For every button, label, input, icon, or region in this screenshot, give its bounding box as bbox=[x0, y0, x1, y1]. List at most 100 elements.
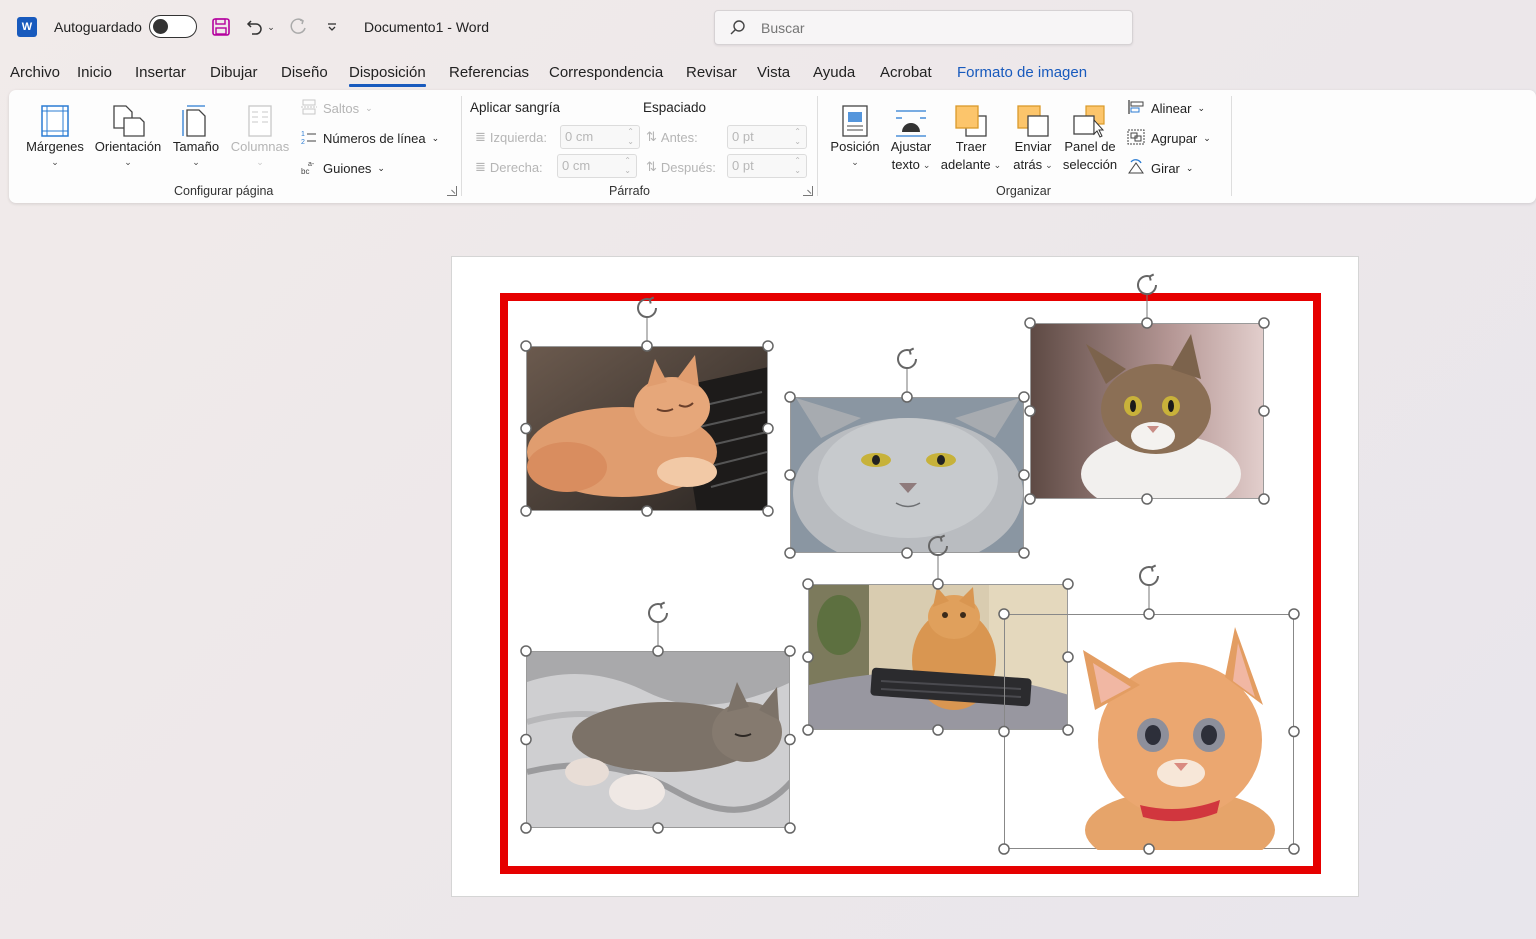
breaks-button[interactable]: Saltos ⌄ bbox=[301, 99, 373, 118]
indent-right-value: 0 cm bbox=[562, 158, 591, 173]
spacing-before-value: 0 pt bbox=[732, 129, 754, 144]
line-numbers-label: Números de línea bbox=[323, 131, 426, 146]
columns-icon bbox=[247, 98, 273, 138]
picture-cat-sleeping-keyboard[interactable] bbox=[526, 346, 768, 511]
orientation-icon bbox=[110, 98, 146, 138]
spinner-icon[interactable]: ⌃ ⌄ bbox=[624, 156, 631, 176]
undo-dropdown-icon[interactable]: ⌄ bbox=[264, 15, 278, 39]
chevron-down-icon: ⌄ bbox=[1045, 160, 1053, 170]
spacing-after-field[interactable]: 0 pt ⌃ ⌄ bbox=[727, 154, 807, 178]
paragraph-group-label: Párrafo bbox=[609, 184, 650, 198]
tab-inicio[interactable]: Inicio bbox=[77, 64, 112, 81]
tab-vista[interactable]: Vista bbox=[757, 64, 790, 81]
margins-button[interactable]: Márgenes ⌄ bbox=[23, 98, 87, 168]
spacing-after-icon: ⇅ bbox=[646, 159, 657, 174]
page-setup-group-label: Configurar página bbox=[174, 184, 274, 198]
tab-insertar[interactable]: Insertar bbox=[135, 64, 186, 81]
spacing-before-field[interactable]: 0 pt ⌃ ⌄ bbox=[727, 125, 807, 149]
spacing-after-value: 0 pt bbox=[732, 158, 754, 173]
selection-pane-label-1: Panel de bbox=[1064, 139, 1116, 154]
bring-forward-label-1: Traer bbox=[955, 139, 987, 154]
spacing-before-label: ⇅ Antes: bbox=[646, 129, 698, 145]
tab-disposicion[interactable]: Disposición bbox=[349, 64, 426, 87]
rotate-label: Girar bbox=[1151, 161, 1180, 176]
position-icon bbox=[841, 98, 869, 138]
indent-left-value: 0 cm bbox=[565, 129, 594, 144]
picture-orange-kitten[interactable] bbox=[1004, 614, 1294, 870]
selection-pane-button[interactable]: Panel de selección bbox=[1059, 98, 1121, 174]
spinner-icon[interactable]: ⌃ ⌄ bbox=[794, 127, 801, 147]
save-icon[interactable] bbox=[209, 15, 233, 39]
send-backward-label-2: atrás bbox=[1013, 157, 1043, 172]
tab-formato-de-imagen[interactable]: Formato de imagen bbox=[957, 64, 1087, 81]
line-numbers-button[interactable]: 12 Números de línea ⌄ bbox=[301, 129, 439, 148]
group-button[interactable]: Agrupar ⌄ bbox=[1127, 129, 1211, 148]
chevron-down-icon: ⌄ bbox=[377, 163, 385, 173]
tab-correspondencia[interactable]: Correspondencia bbox=[549, 64, 663, 81]
group-icon bbox=[1127, 129, 1145, 148]
hyphenation-button[interactable]: a-bc Guiones ⌄ bbox=[301, 159, 385, 178]
search-input[interactable] bbox=[761, 11, 1121, 44]
title-bar: W Autoguardado ⌄ Documento1 - Word bbox=[0, 0, 1536, 56]
tab-revisar[interactable]: Revisar bbox=[686, 64, 737, 81]
send-backward-button[interactable]: Enviar atrás ⌄ bbox=[1007, 98, 1059, 174]
autosave-toggle[interactable] bbox=[149, 15, 197, 38]
cat-photo-image bbox=[791, 398, 1023, 552]
bring-forward-label-2: adelante bbox=[940, 157, 991, 172]
chevron-down-icon: ⌄ bbox=[256, 157, 264, 167]
picture-grumpy-gray-cat[interactable] bbox=[790, 397, 1024, 553]
svg-text:2: 2 bbox=[301, 139, 305, 145]
tab-archivo[interactable]: Archivo bbox=[10, 64, 60, 81]
picture-tabby-sleeping-blanket[interactable] bbox=[526, 651, 790, 828]
line-numbers-icon: 12 bbox=[301, 129, 317, 148]
tab-diseno[interactable]: Diseño bbox=[281, 64, 328, 81]
ribbon: Márgenes ⌄ Orientación ⌄ Tamaño ⌄ Column… bbox=[9, 90, 1536, 203]
align-button[interactable]: Alinear ⌄ bbox=[1127, 99, 1205, 118]
search-box[interactable] bbox=[714, 10, 1133, 45]
indent-left-field[interactable]: 0 cm ⌃ ⌄ bbox=[560, 125, 640, 149]
tab-referencias[interactable]: Referencias bbox=[449, 64, 529, 81]
spinner-icon[interactable]: ⌃ ⌄ bbox=[627, 127, 634, 147]
page-setup-launcher-icon[interactable] bbox=[447, 186, 457, 196]
chevron-down-icon: ⌄ bbox=[1185, 163, 1194, 173]
tab-dibujar[interactable]: Dibujar bbox=[210, 64, 258, 81]
chevron-down-icon: ⌄ bbox=[1203, 133, 1211, 143]
paragraph-launcher-icon[interactable] bbox=[803, 186, 813, 196]
tab-acrobat[interactable]: Acrobat bbox=[880, 64, 932, 81]
indent-right-label: ≣ Derecha: bbox=[475, 159, 543, 175]
rotate-button[interactable]: Girar ⌄ bbox=[1127, 159, 1193, 178]
cat-photo-image bbox=[1031, 324, 1263, 498]
word-app-icon[interactable]: W bbox=[17, 17, 37, 37]
chevron-down-icon: ⌄ bbox=[431, 133, 440, 143]
indent-right-field[interactable]: 0 cm ⌃ ⌄ bbox=[557, 154, 637, 178]
wrap-text-button[interactable]: Ajustar texto ⌄ bbox=[885, 98, 937, 174]
chevron-down-icon: ⌄ bbox=[1197, 103, 1206, 113]
toggle-knob bbox=[153, 18, 168, 34]
indent-left-icon: ≣ bbox=[475, 129, 486, 144]
group-separator bbox=[1231, 96, 1232, 196]
chevron-down-icon: ⌄ bbox=[922, 160, 931, 170]
indent-left-label: ≣ Izquierda: bbox=[475, 129, 547, 145]
document-title: Documento1 - Word bbox=[364, 19, 490, 35]
picture-tabby-white-cat[interactable] bbox=[1030, 323, 1264, 499]
send-backward-label-1: Enviar bbox=[1014, 139, 1052, 154]
send-backward-icon bbox=[1016, 98, 1050, 138]
columns-button[interactable]: Columnas ⌄ bbox=[227, 98, 293, 168]
indent-title: Aplicar sangría bbox=[470, 100, 561, 115]
size-button[interactable]: Tamaño ⌄ bbox=[169, 98, 223, 168]
wrap-text-icon bbox=[894, 98, 928, 138]
orientation-button[interactable]: Orientación ⌄ bbox=[91, 98, 165, 168]
page-size-icon bbox=[181, 98, 211, 138]
position-button[interactable]: Posición ⌄ bbox=[827, 98, 883, 168]
customize-toolbar-icon[interactable] bbox=[320, 15, 344, 39]
redo-icon[interactable] bbox=[286, 15, 310, 39]
chevron-down-icon: ⌄ bbox=[51, 157, 59, 167]
margins-icon bbox=[40, 98, 70, 138]
tab-ayuda[interactable]: Ayuda bbox=[813, 64, 855, 81]
spinner-icon[interactable]: ⌃ ⌄ bbox=[794, 156, 801, 176]
kitten-image bbox=[1083, 627, 1275, 870]
breaks-icon bbox=[301, 99, 317, 118]
bring-forward-button[interactable]: Traer adelante ⌄ bbox=[937, 98, 1005, 174]
breaks-label: Saltos bbox=[323, 101, 360, 116]
autosave-label: Autoguardado bbox=[54, 19, 142, 35]
